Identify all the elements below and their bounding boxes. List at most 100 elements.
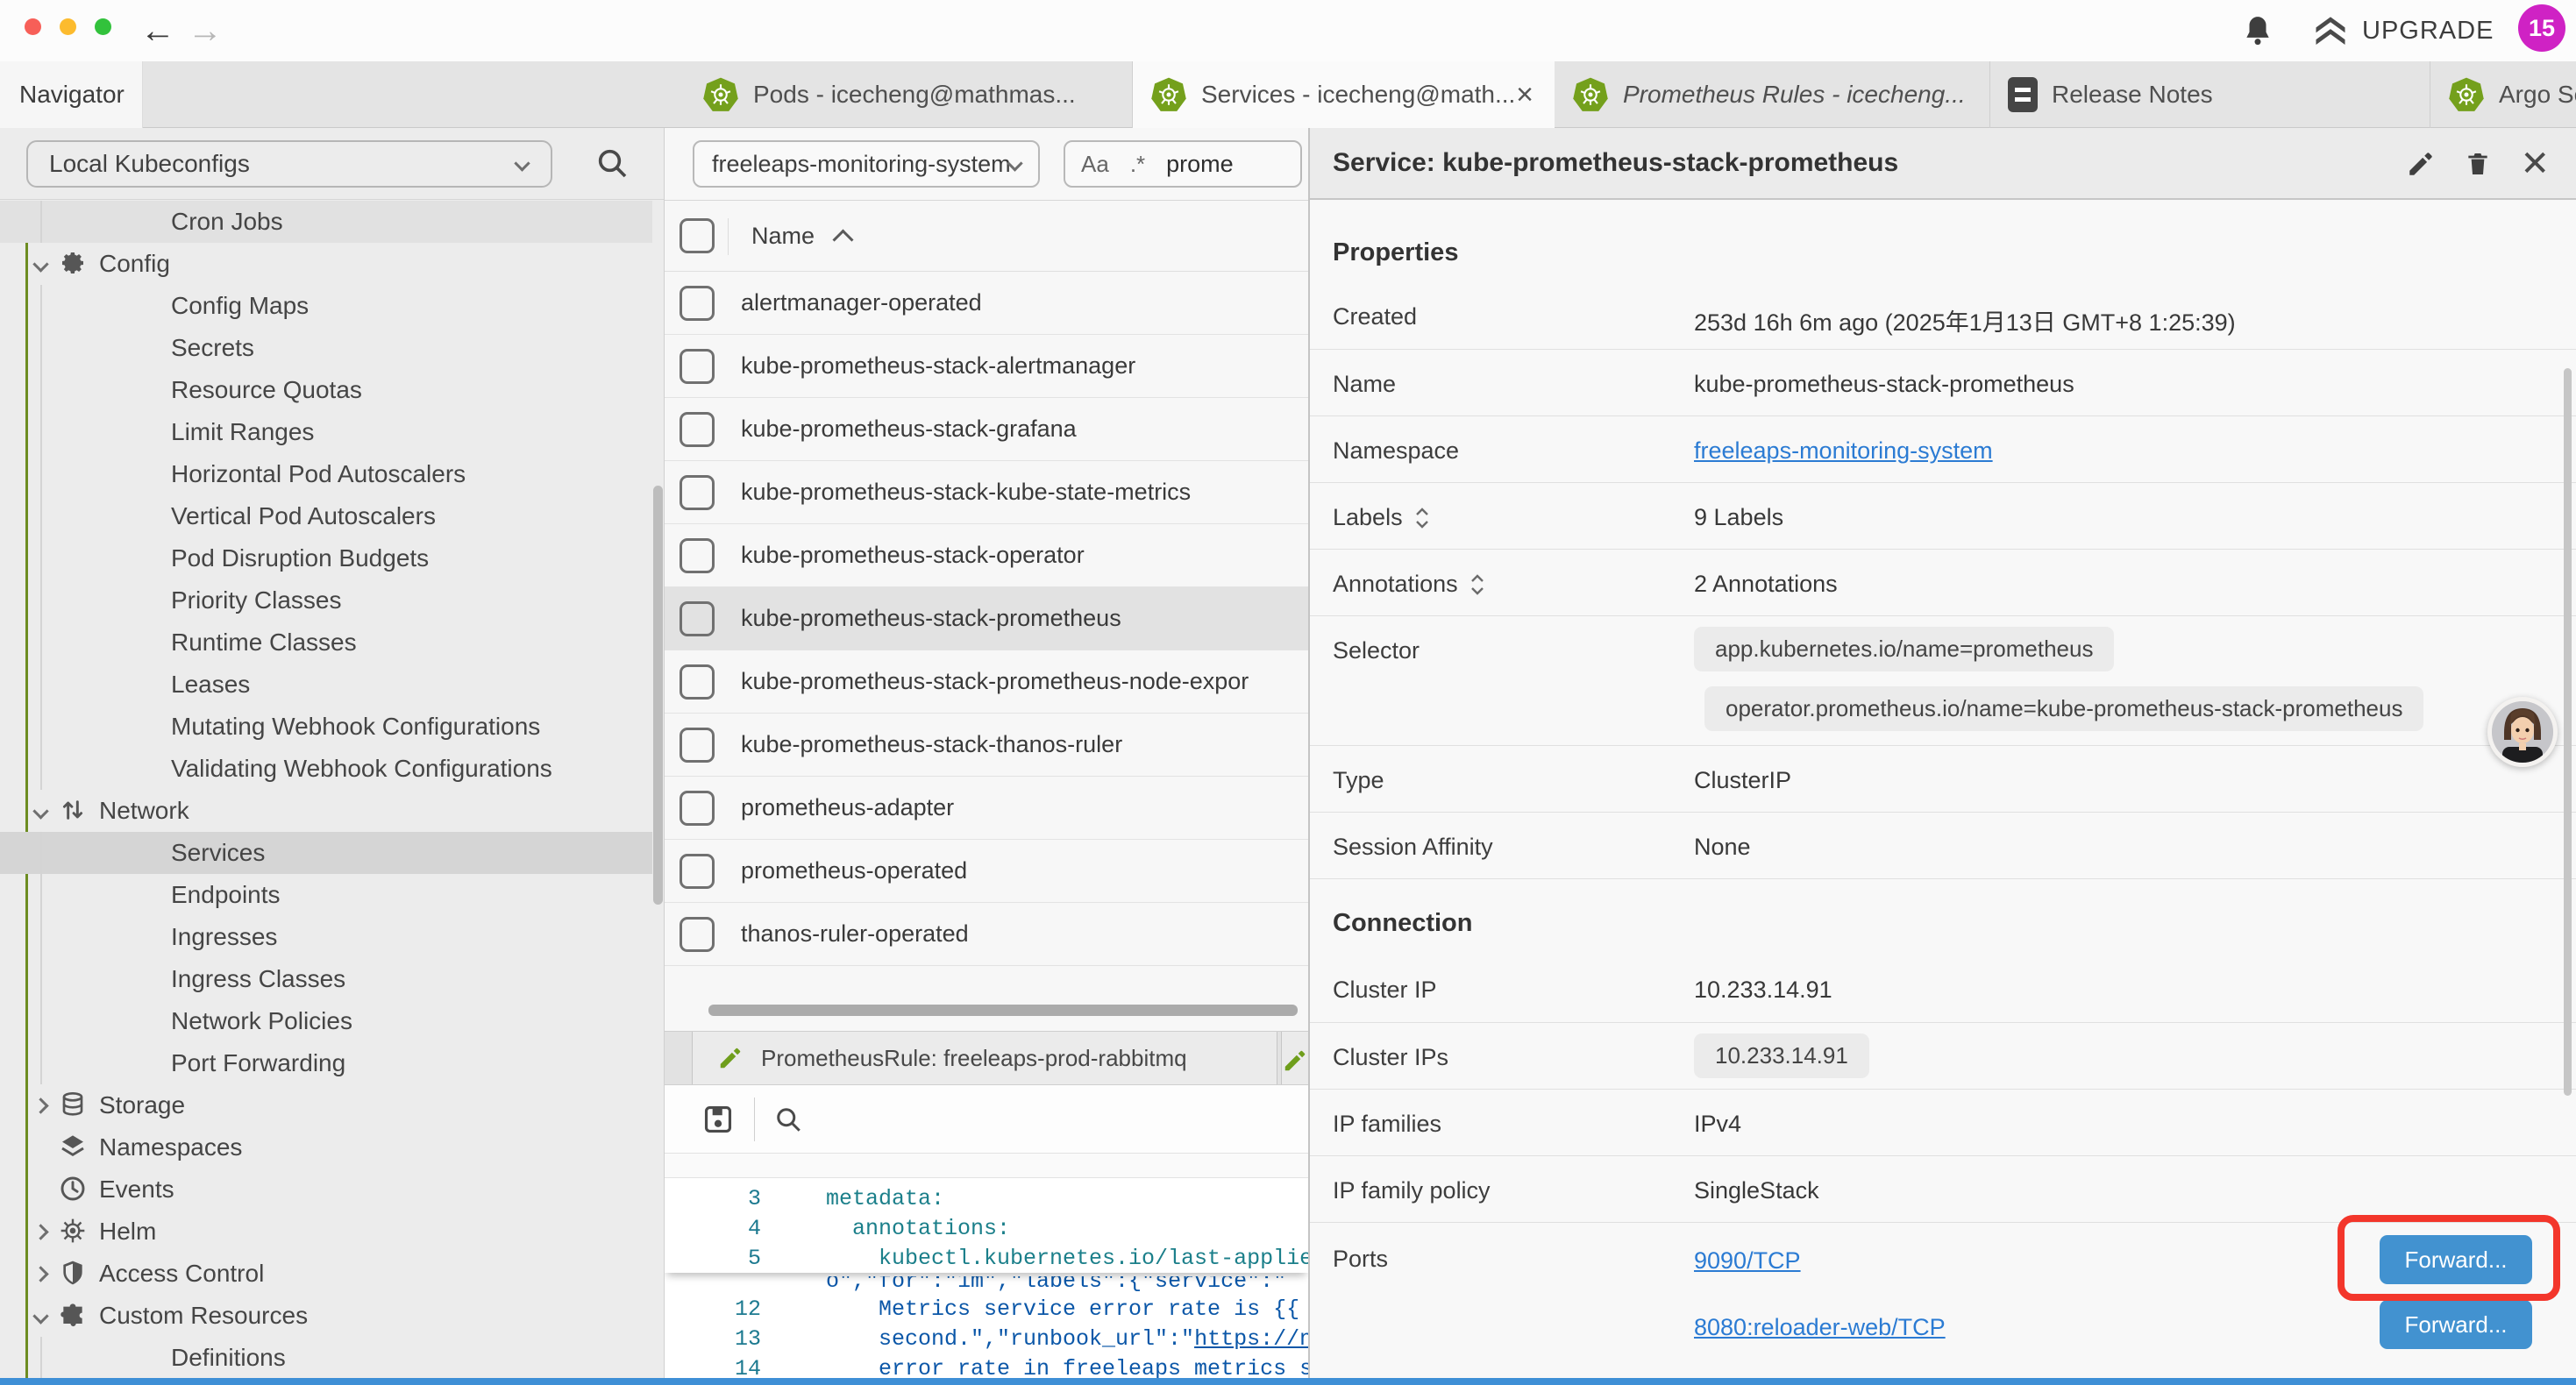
sidebar-tree-item[interactable]: Config bbox=[0, 243, 652, 285]
chevron-down-icon bbox=[514, 155, 530, 171]
tree-chevron-icon[interactable] bbox=[32, 256, 48, 272]
expand-collapse-icon[interactable] bbox=[1413, 505, 1431, 531]
forward-button-8080[interactable]: Forward... bbox=[2380, 1300, 2532, 1349]
sidebar-tree-item[interactable]: Port Forwarding bbox=[0, 1042, 652, 1084]
sidebar-tree-item[interactable]: Validating Webhook Configurations bbox=[0, 748, 652, 790]
namespace-link[interactable]: freeleaps-monitoring-system bbox=[1694, 437, 1993, 465]
sidebar-tree-item[interactable]: Pod Disruption Budgets bbox=[0, 537, 652, 579]
tab-release-notes[interactable]: Release Notes bbox=[1990, 61, 2430, 128]
sidebar-scrollbar[interactable] bbox=[653, 486, 663, 905]
table-row[interactable]: kube-prometheus-stack-prometheus-node-ex… bbox=[665, 650, 1308, 714]
traffic-light-minimize-button[interactable] bbox=[60, 18, 76, 35]
edit-pencil-icon[interactable] bbox=[2406, 149, 2436, 179]
traffic-light-maximize-button[interactable] bbox=[95, 18, 111, 35]
row-checkbox[interactable] bbox=[680, 286, 715, 321]
sidebar-tree-item[interactable]: Cron Jobs bbox=[0, 201, 652, 243]
table-row[interactable]: kube-prometheus-stack-alertmanager bbox=[665, 335, 1308, 398]
navigator-panel-tab[interactable]: Navigator bbox=[0, 61, 143, 128]
trash-icon[interactable] bbox=[2464, 149, 2492, 179]
tree-chevron-icon[interactable] bbox=[32, 1266, 48, 1282]
table-row[interactable]: alertmanager-operated bbox=[665, 272, 1308, 335]
editor-tab-partial[interactable] bbox=[1281, 1032, 1308, 1084]
sidebar-tree-item[interactable]: Definitions bbox=[0, 1337, 652, 1379]
horizontal-scrollbar[interactable] bbox=[708, 1005, 1298, 1016]
forward-arrow-icon[interactable]: → bbox=[188, 0, 223, 61]
row-checkbox[interactable] bbox=[680, 664, 715, 700]
table-row[interactable]: kube-prometheus-stack-operator bbox=[665, 524, 1308, 587]
search-icon[interactable] bbox=[594, 146, 630, 181]
back-arrow-icon[interactable]: ← bbox=[140, 0, 175, 61]
database-icon bbox=[59, 1090, 89, 1120]
match-case-toggle[interactable]: Aa bbox=[1081, 151, 1109, 178]
row-checkbox[interactable] bbox=[680, 791, 715, 826]
sidebar-tree-item[interactable]: Secrets bbox=[0, 327, 652, 369]
sidebar-tree-item[interactable]: Services bbox=[0, 832, 652, 874]
tree-chevron-icon[interactable] bbox=[32, 1097, 48, 1113]
row-checkbox[interactable] bbox=[680, 475, 715, 510]
sidebar-tree-item[interactable]: Access Control bbox=[0, 1253, 652, 1295]
port-link-9090[interactable]: 9090/TCP bbox=[1694, 1247, 1801, 1275]
port-link-8080[interactable]: 8080:reloader-web/TCP bbox=[1694, 1314, 1946, 1341]
kubeconfig-selector[interactable]: Local Kubeconfigs bbox=[26, 140, 552, 188]
table-row[interactable]: kube-prometheus-stack-kube-state-metrics bbox=[665, 461, 1308, 524]
tab-prometheus-rules[interactable]: Prometheus Rules - icecheng... bbox=[1555, 61, 1990, 128]
sidebar-tree-item[interactable]: Horizontal Pod Autoscalers bbox=[0, 453, 652, 495]
close-icon[interactable]: ✕ bbox=[2520, 146, 2550, 181]
sort-ascending-icon[interactable] bbox=[833, 229, 854, 250]
row-checkbox[interactable] bbox=[680, 412, 715, 447]
yaml-editor[interactable]: 3 metadata: 4 annotations: 5 kubectl.kub… bbox=[665, 1178, 1308, 1385]
table-row[interactable]: prometheus-adapter bbox=[665, 777, 1308, 840]
sidebar-tree-item[interactable]: Ingress Classes bbox=[0, 958, 652, 1000]
namespace-selector[interactable]: freeleaps-monitoring-system bbox=[693, 140, 1040, 188]
row-checkbox[interactable] bbox=[680, 601, 715, 636]
sidebar-tree-item[interactable]: Limit Ranges bbox=[0, 411, 652, 453]
save-icon[interactable] bbox=[701, 1103, 735, 1136]
tab-argo[interactable]: Argo Se bbox=[2430, 61, 2576, 128]
table-row[interactable]: kube-prometheus-stack-grafana bbox=[665, 398, 1308, 461]
select-all-checkbox[interactable] bbox=[680, 218, 715, 253]
table-row[interactable]: prometheus-operated bbox=[665, 840, 1308, 903]
table-row[interactable]: thanos-ruler-operated bbox=[665, 903, 1308, 966]
table-row[interactable]: kube-prometheus-stack-prometheus bbox=[665, 587, 1308, 650]
sidebar-tree-item[interactable]: Priority Classes bbox=[0, 579, 652, 621]
user-avatar[interactable] bbox=[2487, 697, 2558, 767]
row-checkbox[interactable] bbox=[680, 349, 715, 384]
search-icon[interactable] bbox=[772, 1104, 804, 1135]
sidebar-tree-item[interactable]: Ingresses bbox=[0, 916, 652, 958]
tab-pods[interactable]: Pods - icecheng@mathmas... bbox=[685, 61, 1133, 128]
tab-services-active[interactable]: Services - icecheng@math... × bbox=[1133, 61, 1555, 128]
sidebar-tree-item[interactable]: Leases bbox=[0, 664, 652, 706]
row-checkbox[interactable] bbox=[680, 728, 715, 763]
drawer-scrollbar[interactable] bbox=[2564, 368, 2572, 1096]
sidebar-tree-item[interactable]: Endpoints bbox=[0, 874, 652, 916]
row-checkbox[interactable] bbox=[680, 917, 715, 952]
sidebar-tree-item[interactable]: Storage bbox=[0, 1084, 652, 1126]
tree-chevron-icon[interactable] bbox=[32, 803, 48, 819]
tree-chevron-icon[interactable] bbox=[32, 1224, 48, 1239]
sidebar-tree-item[interactable]: Resource Quotas bbox=[0, 369, 652, 411]
upgrade-button[interactable]: UPGRADE bbox=[2311, 11, 2494, 50]
sidebar-tree-item[interactable]: Vertical Pod Autoscalers bbox=[0, 495, 652, 537]
expand-collapse-icon[interactable] bbox=[1469, 572, 1486, 598]
sidebar-tree-item[interactable]: Network Policies bbox=[0, 1000, 652, 1042]
row-checkbox[interactable] bbox=[680, 538, 715, 573]
sidebar-tree-item[interactable]: Helm bbox=[0, 1211, 652, 1253]
tree-chevron-icon[interactable] bbox=[32, 1308, 48, 1324]
sidebar-tree-item[interactable]: Namespaces bbox=[0, 1126, 652, 1168]
sidebar-tree-item[interactable]: Runtime Classes bbox=[0, 621, 652, 664]
notification-bell-icon[interactable] bbox=[2241, 13, 2274, 48]
table-row[interactable]: kube-prometheus-stack-thanos-ruler bbox=[665, 714, 1308, 777]
regex-toggle[interactable]: .* bbox=[1130, 151, 1145, 178]
sidebar-tree-item[interactable]: Config Maps bbox=[0, 285, 652, 327]
row-checkbox[interactable] bbox=[680, 854, 715, 889]
sidebar-tree-item[interactable]: Network bbox=[0, 790, 652, 832]
name-column-header[interactable]: Name bbox=[751, 223, 815, 250]
service-search-input[interactable]: Aa .* prome bbox=[1064, 140, 1302, 188]
sidebar-tree-item[interactable]: Custom Resources bbox=[0, 1295, 652, 1337]
sidebar-tree-item[interactable]: Mutating Webhook Configurations bbox=[0, 706, 652, 748]
notification-count-badge[interactable]: 15 bbox=[2518, 4, 2565, 52]
traffic-light-close-button[interactable] bbox=[25, 18, 41, 35]
sidebar-tree-item[interactable]: Events bbox=[0, 1168, 652, 1211]
tab-close-icon[interactable]: × bbox=[1516, 61, 1534, 128]
editor-tab-prometheusrule[interactable]: PrometheusRule: freeleaps-prod-rabbitmq bbox=[692, 1032, 1277, 1084]
